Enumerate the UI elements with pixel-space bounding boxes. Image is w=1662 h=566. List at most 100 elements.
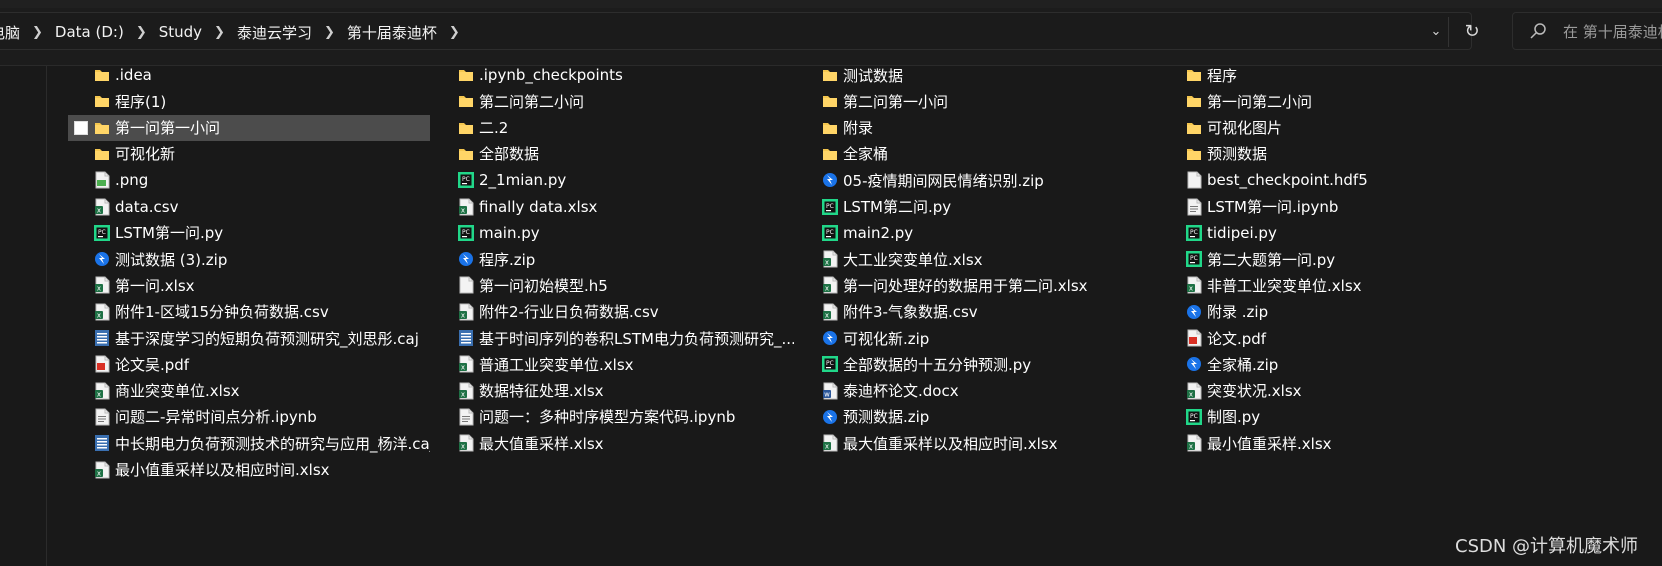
file-list-item[interactable]: PC tidipei.py [1160,220,1522,246]
file-list-item[interactable]: x 第一问处理好的数据用于第二问.xlsx [796,272,1158,298]
file-list-item[interactable]: 程序.zip [432,246,794,272]
refresh-icon[interactable]: ↻ [1460,22,1484,42]
file-name: 第二大题第一问.py [1207,250,1336,269]
file-list-item[interactable]: 测试数据 [796,62,1158,88]
file-list-item[interactable]: best_checkpoint.hdf5 [1160,167,1522,193]
file-list-item[interactable]: 第一问初始模型.h5 [432,272,794,298]
folder-icon [458,145,474,163]
file-list-item[interactable]: PC main.py [432,220,794,246]
file-list: .idea 程序(1) 第一问第一小问 可视化新 .png x data.csv PC LSTM… [48,66,1662,566]
file-list-item[interactable]: PC main2.py [796,220,1158,246]
svg-text:x: x [825,311,829,319]
file-list-item[interactable]: x 最小值重采样以及相应时间.xlsx [68,457,430,483]
file-list-item[interactable]: x 附件3-气象数据.csv [796,299,1158,325]
file-list-item[interactable]: PC 制图.py [1160,404,1522,430]
folder-icon [458,92,474,110]
excel-file-icon: x [458,303,474,321]
folder-icon [1186,66,1202,84]
chevron-right-icon[interactable]: ❯ [128,25,155,40]
file-list-item[interactable]: .png [68,167,430,193]
file-name: 测试数据 (3).zip [115,250,228,269]
file-list-item[interactable]: 问题一：多种时序模型方案代码.ipynb [432,404,794,430]
breadcrumb-item-taidi-cloud[interactable]: 泰迪云学习 [233,22,316,43]
file-name: 全家桶 [843,145,889,164]
file-list-item[interactable]: 中长期电力负荷预测技术的研究与应用_杨洋.caj [68,430,430,456]
file-list-item[interactable]: 论文.pdf [1160,325,1522,351]
file-list-item[interactable]: 全家桶 [796,141,1158,167]
file-list-item[interactable]: x data.csv [68,194,430,220]
excel-file-icon: x [458,434,474,452]
chevron-down-icon[interactable]: ⌄ [1426,22,1446,42]
chevron-right-icon[interactable]: ❯ [24,25,51,40]
file-list-item[interactable]: x 数据特征处理.xlsx [432,378,794,404]
file-list-item[interactable]: 附录 .zip [1160,299,1522,325]
file-list-item[interactable]: 第二问第一小问 [796,88,1158,114]
zip-file-icon [1186,355,1202,373]
file-list-item[interactable]: 基于时间序列的卷积LSTM电力负荷预测研究_... [432,325,794,351]
breadcrumb-item-drive[interactable]: Data (D:) [51,23,128,41]
file-list-item[interactable]: PC 2_1mian.py [432,167,794,193]
file-list-item[interactable]: 可视化图片 [1160,115,1522,141]
file-name: 基于深度学习的短期负荷预测研究_刘思彤.caj [115,329,419,348]
text-file-icon [458,408,474,426]
file-list-item[interactable]: x 商业突变单位.xlsx [68,378,430,404]
file-list-item[interactable]: .idea [68,62,430,88]
excel-file-icon: x [1186,434,1202,452]
file-list-item[interactable]: x 附件2-行业日负荷数据.csv [432,299,794,325]
svg-text:x: x [1189,443,1193,451]
excel-file-icon: x [94,382,110,400]
svg-text:PC: PC [1190,229,1198,236]
file-list-item[interactable]: x 非普工业突变单位.xlsx [1160,272,1522,298]
file-list-item[interactable]: 程序(1) [68,88,430,114]
chevron-right-icon[interactable]: ❯ [316,25,343,40]
file-list-item[interactable]: x finally data.xlsx [432,194,794,220]
caj-file-icon [94,434,110,452]
file-list-item[interactable]: 基于深度学习的短期负荷预测研究_刘思彤.caj [68,325,430,351]
file-list-item[interactable]: 第一问第一小问 [68,114,430,141]
file-list-item[interactable]: 可视化新 [68,141,430,167]
chevron-right-icon[interactable]: ❯ [206,25,233,40]
file-list-item[interactable]: x 普通工业突变单位.xlsx [432,351,794,377]
file-list-item[interactable]: 全家桶.zip [1160,351,1522,377]
search-input[interactable]: 在 第十届泰迪杯 [1512,12,1662,50]
pycharm-file-icon: PC [822,355,838,373]
file-list-item[interactable]: 问题二-异常时间点分析.ipynb [68,404,430,430]
breadcrumb-item-pc[interactable]: 电脑 [0,22,24,43]
file-list-item[interactable]: x 最大值重采样以及相应时间.xlsx [796,430,1158,456]
file-list-item[interactable]: 论文吴.pdf [68,351,430,377]
file-list-item[interactable]: 二.2 [432,115,794,141]
file-list-item[interactable]: x 最大值重采样.xlsx [432,430,794,456]
file-list-item[interactable]: x 附件1-区域15分钟负荷数据.csv [68,299,430,325]
file-list-item[interactable]: 全部数据 [432,141,794,167]
breadcrumb-item-current-folder[interactable]: 第十届泰迪杯 [343,22,441,43]
excel-file-icon: x [458,382,474,400]
file-list-item[interactable]: PC LSTM第二问.py [796,194,1158,220]
file-list-item[interactable]: PC 全部数据的十五分钟预测.py [796,351,1158,377]
file-list-item[interactable]: x 最小值重采样.xlsx [1160,430,1522,456]
pycharm-file-icon: PC [1186,224,1202,242]
file-list-item[interactable]: 预测数据 [1160,141,1522,167]
file-list-item[interactable]: .ipynb_checkpoints [432,62,794,88]
file-list-item[interactable]: w 泰迪杯论文.docx [796,378,1158,404]
file-list-item[interactable]: x 突变状况.xlsx [1160,378,1522,404]
file-list-item[interactable]: PC 第二大题第一问.py [1160,246,1522,272]
file-list-item[interactable]: PC LSTM第一问.py [68,220,430,246]
file-list-item[interactable]: LSTM第一问.ipynb [1160,194,1522,220]
file-list-item[interactable]: 第二问第二小问 [432,88,794,114]
file-list-item[interactable]: 程序 [1160,62,1522,88]
file-list-item[interactable]: 预测数据.zip [796,404,1158,430]
chevron-right-icon[interactable]: ❯ [441,25,468,40]
file-list-item[interactable]: 可视化新.zip [796,325,1158,351]
word-file-icon: w [822,382,838,400]
file-list-item[interactable]: x 大工业突变单位.xlsx [796,246,1158,272]
excel-file-icon: x [1186,382,1202,400]
selection-checkbox[interactable] [74,120,88,135]
file-list-item[interactable]: 测试数据 (3).zip [68,246,430,272]
file-list-item[interactable]: 05-疫情期间网民情绪识别.zip [796,167,1158,193]
address-bar[interactable]: 电脑 ❯ Data (D:) ❯ Study ❯ 泰迪云学习 ❯ 第十届泰迪杯 … [0,12,1480,50]
breadcrumb-item-study[interactable]: Study [155,23,206,41]
file-list-item[interactable]: 附录 [796,115,1158,141]
file-list-item[interactable]: 第一问第二小问 [1160,88,1522,114]
navigation-pane[interactable] [0,66,47,566]
file-list-item[interactable]: x 第一问.xlsx [68,272,430,298]
